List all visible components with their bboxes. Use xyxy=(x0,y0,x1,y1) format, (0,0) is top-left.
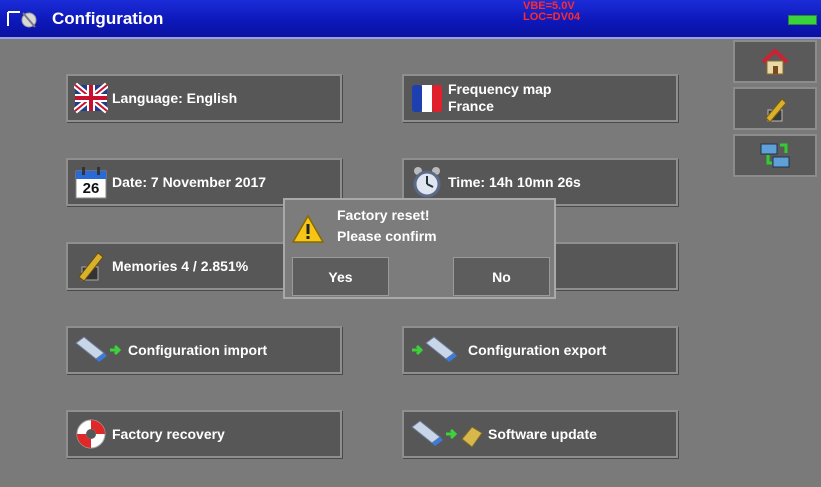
calendar-day: 26 xyxy=(82,180,100,197)
software-update-label: Software update xyxy=(488,426,597,442)
status-line-2: LOC=DV04 xyxy=(523,11,581,23)
warning-icon xyxy=(291,214,325,243)
usb-update-icon xyxy=(411,420,483,448)
lifebuoy-icon xyxy=(76,419,106,449)
dialog-message-line1: Factory reset! xyxy=(337,207,430,223)
satellite-dish-icon xyxy=(7,11,37,28)
yes-button[interactable]: Yes xyxy=(292,257,389,296)
frequency-map-line1: Frequency map xyxy=(448,81,552,97)
factory-reset-dialog: Factory reset! Please confirm Yes No xyxy=(283,198,556,299)
side-toolbar xyxy=(733,40,817,181)
home-button[interactable] xyxy=(733,40,817,83)
factory-recovery-button[interactable]: Factory recovery xyxy=(66,410,342,458)
factory-recovery-label: Factory recovery xyxy=(112,426,225,442)
frequency-map-line2: France xyxy=(448,98,494,114)
title-bar: Configuration VBE=5.0V LOC=DV04 xyxy=(0,0,821,39)
configuration-export-label: Configuration export xyxy=(468,342,607,358)
frequency-map-button[interactable]: Frequency map France xyxy=(402,74,678,122)
battery-indicator xyxy=(788,15,817,25)
memory-edit-button[interactable] xyxy=(733,87,817,130)
software-update-button[interactable]: Software update xyxy=(402,410,678,458)
configuration-import-button[interactable]: Configuration import xyxy=(66,326,342,374)
language-label: Language: English xyxy=(112,90,238,106)
usb-import-icon xyxy=(75,336,122,362)
time-label: Time: 14h 10mn 26s xyxy=(448,174,581,190)
memory-edit-icon xyxy=(765,97,787,123)
status-readout: VBE=5.0V LOC=DV04 xyxy=(523,1,580,23)
frequency-map-label: Frequency map France xyxy=(448,81,551,115)
home-icon xyxy=(761,47,789,74)
language-button[interactable]: Language: English xyxy=(66,74,342,122)
dialog-message-line2: Please confirm xyxy=(337,228,437,244)
window-title: Configuration xyxy=(52,9,164,28)
no-button[interactable]: No xyxy=(453,257,550,296)
network-button[interactable] xyxy=(733,134,817,177)
network-icon xyxy=(760,143,790,167)
memories-label: Memories 4 / 2.851% xyxy=(112,258,249,274)
france-flag-icon xyxy=(412,85,442,112)
configuration-import-label: Configuration import xyxy=(128,342,268,358)
configuration-export-button[interactable]: Configuration export xyxy=(402,326,678,374)
uk-flag-icon xyxy=(74,82,108,114)
date-label: Date: 7 November 2017 xyxy=(112,174,267,190)
calendar-icon: 26 xyxy=(74,165,108,199)
usb-export-icon xyxy=(412,336,457,362)
memory-pen-icon xyxy=(78,252,104,282)
alarm-clock-icon xyxy=(413,167,441,198)
